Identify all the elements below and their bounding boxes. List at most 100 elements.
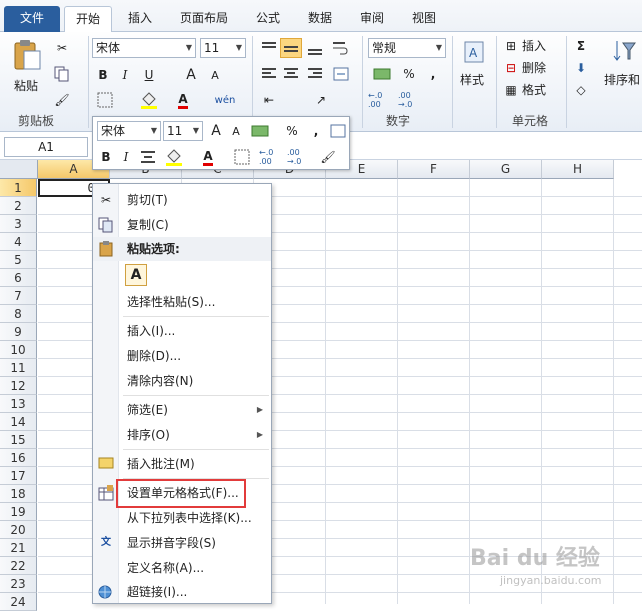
row-header[interactable]: 19: [0, 503, 37, 521]
row-header[interactable]: 3: [0, 215, 37, 233]
row-header[interactable]: 15: [0, 431, 37, 449]
mini-currency-icon[interactable]: [249, 121, 271, 141]
font-color-button[interactable]: A: [172, 90, 194, 110]
row-header[interactable]: 12: [0, 377, 37, 395]
currency-format-icon[interactable]: [370, 64, 394, 84]
mini-font-color-button[interactable]: A: [197, 147, 219, 167]
paste-icon[interactable]: [10, 38, 44, 72]
select-all-corner[interactable]: [0, 160, 38, 179]
mini-border-icon[interactable]: [231, 147, 253, 167]
mini-grow-font-button[interactable]: A: [207, 121, 225, 141]
row-header[interactable]: 7: [0, 287, 37, 305]
insert-cells-icon[interactable]: ⊞: [502, 36, 520, 56]
wrap-text-icon[interactable]: [330, 38, 350, 58]
menu-item-insert[interactable]: 插入(I)...: [93, 319, 271, 343]
delete-cells-button[interactable]: 删除: [522, 58, 546, 78]
fill-icon[interactable]: ⬇: [572, 58, 590, 78]
menu-item-delete[interactable]: 删除(D)...: [93, 344, 271, 368]
align-right-icon[interactable]: [304, 64, 326, 84]
tab-data[interactable]: 数据: [298, 6, 342, 32]
menu-item-hyperlink[interactable]: 超链接(I)...: [93, 580, 271, 604]
row-header[interactable]: 14: [0, 413, 37, 431]
row-header[interactable]: 17: [0, 467, 37, 485]
mini-percent-button[interactable]: %: [283, 121, 301, 141]
mini-decrease-decimal-button[interactable]: .00 →.0: [287, 147, 313, 167]
number-format-dropdown[interactable]: 常规 ▼: [368, 38, 446, 58]
row-header[interactable]: 23: [0, 575, 37, 593]
phonetic-guide-icon[interactable]: wén: [212, 90, 238, 110]
clear-icon[interactable]: ◇: [572, 80, 590, 100]
row-header[interactable]: 1: [0, 179, 37, 197]
row-header[interactable]: 10: [0, 341, 37, 359]
row-header[interactable]: 24: [0, 593, 37, 611]
name-box[interactable]: A1: [4, 137, 88, 157]
align-middle-icon[interactable]: [280, 38, 302, 58]
tab-insert[interactable]: 插入: [118, 6, 162, 32]
fill-color-icon[interactable]: [138, 90, 160, 110]
mini-center-align-icon[interactable]: [139, 147, 157, 167]
row-header[interactable]: 18: [0, 485, 37, 503]
mini-font-size-dropdown[interactable]: 11 ▼: [163, 121, 203, 141]
menu-item-filter[interactable]: 筛选(E) ▶: [93, 398, 271, 422]
mini-italic-button[interactable]: I: [117, 147, 135, 167]
paste-button-label[interactable]: 粘贴: [14, 76, 38, 96]
column-header[interactable]: G: [470, 160, 542, 179]
row-header[interactable]: 20: [0, 521, 37, 539]
tab-review[interactable]: 审阅: [350, 6, 394, 32]
column-header[interactable]: H: [542, 160, 614, 179]
menu-item-clear-contents[interactable]: 清除内容(N): [93, 369, 271, 393]
cut-icon[interactable]: ✂: [52, 38, 72, 58]
tab-formulas[interactable]: 公式: [246, 6, 290, 32]
font-size-dropdown[interactable]: 11 ▼: [200, 38, 246, 58]
italic-button[interactable]: I: [116, 66, 134, 84]
tab-view[interactable]: 视图: [402, 6, 446, 32]
paste-option-keep-text-only-icon[interactable]: A: [125, 264, 147, 286]
menu-item-pick-from-list[interactable]: 从下拉列表中选择(K)...: [93, 506, 271, 530]
mini-fill-color-icon[interactable]: [163, 147, 185, 167]
row-header[interactable]: 4: [0, 233, 37, 251]
orientation-icon[interactable]: ↗: [310, 90, 332, 110]
decrease-indent-icon[interactable]: ⇤: [258, 90, 280, 110]
decrease-decimal-button[interactable]: .00 →.0: [398, 90, 426, 110]
copy-icon[interactable]: [52, 64, 72, 84]
sort-filter-button-label[interactable]: 排序和: [604, 70, 640, 90]
menu-item-cut[interactable]: ✂ 剪切(T): [93, 188, 271, 212]
column-header[interactable]: F: [398, 160, 470, 179]
format-cells-button[interactable]: 格式: [522, 80, 546, 100]
merge-center-icon[interactable]: [330, 64, 352, 84]
align-top-icon[interactable]: [258, 38, 280, 58]
border-icon[interactable]: [94, 90, 116, 110]
mini-increase-decimal-button[interactable]: ←.0 .00: [259, 147, 285, 167]
grow-font-button[interactable]: A: [182, 66, 200, 84]
row-header[interactable]: 22: [0, 557, 37, 575]
row-header[interactable]: 5: [0, 251, 37, 269]
mini-shrink-font-button[interactable]: A: [227, 121, 245, 141]
menu-item-sort[interactable]: 排序(O) ▶: [93, 423, 271, 447]
row-header[interactable]: 21: [0, 539, 37, 557]
row-header[interactable]: 9: [0, 323, 37, 341]
align-left-icon[interactable]: [258, 64, 280, 84]
shrink-font-button[interactable]: A: [206, 66, 224, 84]
font-name-dropdown[interactable]: 宋体 ▼: [92, 38, 196, 58]
align-bottom-icon[interactable]: [304, 38, 326, 58]
menu-item-copy[interactable]: 复制(C): [93, 213, 271, 237]
menu-item-insert-comment[interactable]: 插入批注(M): [93, 452, 271, 476]
percent-style-button[interactable]: %: [400, 64, 418, 84]
underline-button[interactable]: U: [140, 66, 158, 84]
styles-button-label[interactable]: 样式: [460, 70, 484, 90]
styles-icon[interactable]: A: [462, 38, 486, 66]
comma-style-button[interactable]: ,: [424, 64, 442, 84]
row-header[interactable]: 2: [0, 197, 37, 215]
mini-merge-icon[interactable]: [329, 121, 347, 141]
increase-decimal-button[interactable]: ←.0 .00: [368, 90, 396, 110]
menu-item-define-name[interactable]: 定义名称(A)...: [93, 556, 271, 580]
mini-font-name-dropdown[interactable]: 宋体 ▼: [97, 121, 161, 141]
row-header[interactable]: 13: [0, 395, 37, 413]
row-header[interactable]: 16: [0, 449, 37, 467]
mini-comma-button[interactable]: ,: [307, 121, 325, 141]
row-header[interactable]: 6: [0, 269, 37, 287]
format-painter-icon[interactable]: 🖌: [52, 90, 72, 110]
mini-bold-button[interactable]: B: [97, 147, 115, 167]
row-header[interactable]: 11: [0, 359, 37, 377]
autosum-button[interactable]: Σ: [572, 36, 590, 56]
